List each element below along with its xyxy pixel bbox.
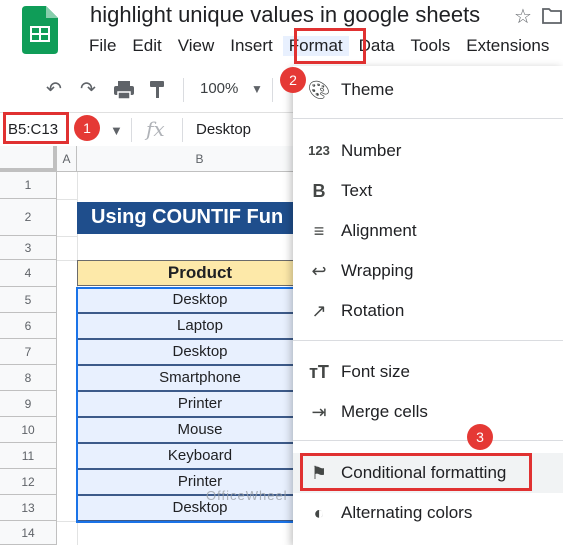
text-rotation-icon: ↗: [311, 301, 327, 321]
row-header[interactable]: 10: [0, 417, 57, 443]
step-marker-1: 1: [74, 115, 100, 141]
table-row[interactable]: Smartphone: [77, 365, 323, 391]
menu-item-label: Font size: [341, 362, 410, 381]
row-header[interactable]: 9: [0, 391, 57, 417]
grid-line: [57, 236, 77, 237]
formula-input[interactable]: Desktop: [196, 121, 251, 138]
annotation-box-conditional-formatting: [300, 453, 532, 491]
menu-item-label: Number: [341, 141, 402, 160]
menu-item-label: Wrapping: [341, 261, 414, 280]
table-row[interactable]: Mouse: [77, 417, 323, 443]
menu-tools[interactable]: Tools: [411, 36, 451, 56]
select-all-corner[interactable]: [0, 146, 57, 172]
row-header[interactable]: 8: [0, 365, 57, 391]
row-header[interactable]: 4: [0, 260, 57, 287]
menu-item-wrapping[interactable]: ↩ Wrapping: [293, 251, 563, 291]
row-header[interactable]: 6: [0, 313, 57, 339]
formula-divider: [131, 118, 132, 142]
menu-view[interactable]: View: [178, 36, 215, 56]
undo-icon[interactable]: ↶: [46, 78, 62, 101]
watermark: OfficeWheel: [206, 488, 288, 503]
column-header-b[interactable]: B: [77, 146, 323, 172]
step-marker-2: 2: [280, 67, 306, 93]
number-format-icon: 123: [308, 143, 330, 158]
toolbar-divider: [183, 78, 184, 102]
row-header[interactable]: 1: [0, 172, 57, 199]
menu-item-label: Alternating colors: [341, 503, 473, 522]
formula-divider: [182, 118, 183, 142]
table-header-product[interactable]: Product: [77, 260, 323, 286]
document-title[interactable]: highlight unique values in google sheets: [90, 2, 480, 28]
menu-insert[interactable]: Insert: [230, 36, 273, 56]
menu-divider: [293, 118, 563, 119]
fx-icon: fx: [146, 117, 165, 141]
menu-item-rotation[interactable]: ↗ Rotation: [293, 291, 563, 331]
table-row[interactable]: Keyboard: [77, 443, 323, 469]
chevron-down-icon[interactable]: ▼: [110, 123, 123, 138]
menu-item-theme[interactable]: 🎨︎ Theme: [293, 70, 563, 110]
grid-line: [57, 521, 307, 522]
row-header[interactable]: 7: [0, 339, 57, 365]
step-marker-3: 3: [467, 424, 493, 450]
menu-item-label: Text: [341, 181, 373, 200]
menu-item-label: Theme: [341, 80, 394, 99]
font-size-icon: тT: [309, 362, 329, 382]
menu-file[interactable]: File: [89, 36, 116, 56]
bold-icon: B: [312, 181, 326, 201]
menu-divider: [293, 440, 563, 441]
table-row[interactable]: Desktop: [77, 287, 323, 313]
redo-icon[interactable]: ↷: [80, 78, 96, 101]
menu-item-merge-cells[interactable]: ⇥ Merge cells: [293, 392, 563, 432]
toolbar-divider: [272, 78, 273, 102]
merge-cells-icon: ⇥: [311, 402, 327, 422]
row-header[interactable]: 13: [0, 495, 57, 521]
row-header[interactable]: 5: [0, 287, 57, 313]
menu-extensions[interactable]: Extensions: [466, 36, 549, 56]
menu-item-text[interactable]: B Text: [293, 171, 563, 211]
title-banner[interactable]: Using COUNTIF Fun: [77, 202, 307, 234]
menu-divider: [293, 340, 563, 341]
column-header-a[interactable]: A: [57, 146, 77, 172]
paint-format-icon[interactable]: [149, 80, 167, 100]
menu-item-label: Merge cells: [341, 402, 428, 421]
text-wrap-icon: ↩: [311, 261, 327, 281]
zoom-select[interactable]: 100%: [200, 80, 238, 97]
folder-icon[interactable]: [542, 6, 562, 24]
sheets-logo[interactable]: [22, 6, 58, 54]
print-icon[interactable]: [113, 80, 135, 100]
alternating-colors-icon: ◐: [313, 503, 325, 523]
row-header[interactable]: 2: [0, 199, 57, 236]
menu-item-alternating-colors[interactable]: ◐ Alternating colors: [293, 493, 563, 533]
row-header[interactable]: 14: [0, 521, 57, 545]
table-row[interactable]: Desktop: [77, 339, 323, 365]
align-left-icon: ≡: [313, 221, 325, 241]
table-row[interactable]: Printer: [77, 391, 323, 417]
menu-item-font-size[interactable]: тT Font size: [293, 352, 563, 392]
chevron-down-icon[interactable]: ▼: [251, 82, 263, 96]
palette-icon: 🎨︎: [307, 80, 331, 100]
menu-item-label: Rotation: [341, 301, 405, 320]
menu-item-alignment[interactable]: ≡ Alignment: [293, 211, 563, 251]
menu-edit[interactable]: Edit: [132, 36, 161, 56]
annotation-box-format-menu: [294, 28, 366, 64]
annotation-box-name-box: [3, 112, 69, 144]
grid-line: [57, 199, 77, 200]
row-header[interactable]: 12: [0, 469, 57, 495]
row-header[interactable]: 11: [0, 443, 57, 469]
table-row[interactable]: Laptop: [77, 313, 323, 339]
menu-item-label: Alignment: [341, 221, 417, 240]
grid-line: [57, 260, 77, 261]
row-header[interactable]: 3: [0, 236, 57, 260]
star-icon[interactable]: ☆: [514, 4, 532, 29]
menu-item-number[interactable]: 123 Number: [293, 131, 563, 171]
